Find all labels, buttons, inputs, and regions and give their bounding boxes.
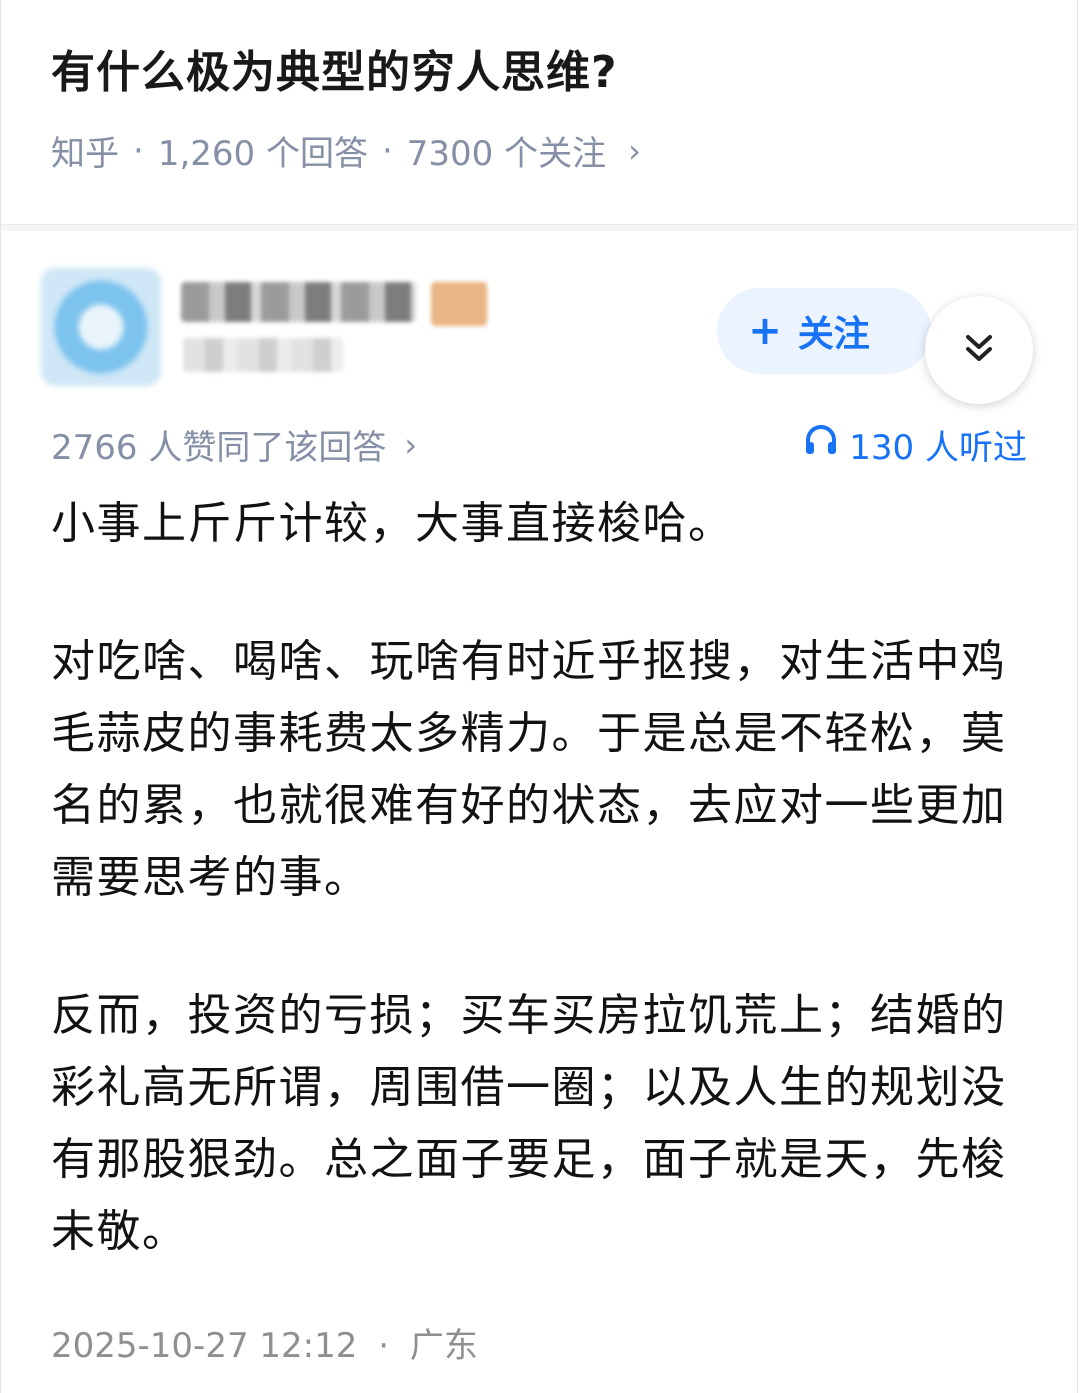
footer-dot: · <box>378 1326 390 1366</box>
follow-label: 关注 <box>797 314 870 355</box>
author-name-blurred[interactable] <box>181 282 416 322</box>
question-meta[interactable]: 知乎 · 1,260 个回答 · 7300 个关注 › <box>51 126 641 175</box>
agree-count: 2766 人赞同了该回答 <box>51 428 387 468</box>
follow-count: 7300 个关注 <box>406 134 607 174</box>
chevron-right-icon: › <box>404 425 418 464</box>
headphones-icon <box>803 422 839 467</box>
answer-paragraph: 小事上斤斤计较，大事直接梭哈。 <box>51 498 734 549</box>
author-headline-blurred <box>183 338 343 372</box>
double-chevron-down-icon <box>962 331 996 369</box>
listen-button[interactable]: 130 人听过 <box>803 420 1027 469</box>
follow-button[interactable]: + 关注 <box>717 288 931 374</box>
agree-count-link[interactable]: 2766 人赞同了该回答 › <box>51 420 417 469</box>
question-title[interactable]: 有什么极为典型的穷人思维? <box>51 36 618 100</box>
listen-count: 130 人听过 <box>849 428 1027 468</box>
author-badge-blurred <box>431 282 487 326</box>
location: 广东 <box>409 1326 478 1366</box>
meta-separator: · <box>381 130 393 171</box>
answer-paragraph: 反而，投资的亏损；买车买房拉饥荒上；结婚的彩礼高无所谓，周围借一圈；以及人生的规… <box>51 990 1007 1257</box>
answer-timestamp: 2025-10-27 12:12 · 广东 <box>51 1318 478 1367</box>
chevron-right-icon: › <box>628 131 641 170</box>
meta-separator: · <box>133 130 144 171</box>
answer-page: 有什么极为典型的穷人思维? 知乎 · 1,260 个回答 · 7300 个关注 … <box>0 0 1078 1393</box>
expand-button[interactable] <box>925 296 1033 404</box>
source-label: 知乎 <box>51 134 119 174</box>
answer-body: 小事上斤斤计较，大事直接梭哈。 对吃啥、喝啥、玩啥有时近乎抠搜，对生活中鸡毛蒜皮… <box>51 488 1031 1268</box>
datetime: 2025-10-27 12:12 <box>51 1326 358 1366</box>
section-divider <box>1 224 1077 231</box>
answer-count: 1,260 个回答 <box>157 134 368 174</box>
plus-icon: + <box>748 308 782 354</box>
avatar[interactable] <box>41 268 161 386</box>
answer-paragraph: 对吃啥、喝啥、玩啥有时近乎抠搜，对生活中鸡毛蒜皮的事耗费太多精力。于是总是不轻松… <box>51 636 1007 903</box>
